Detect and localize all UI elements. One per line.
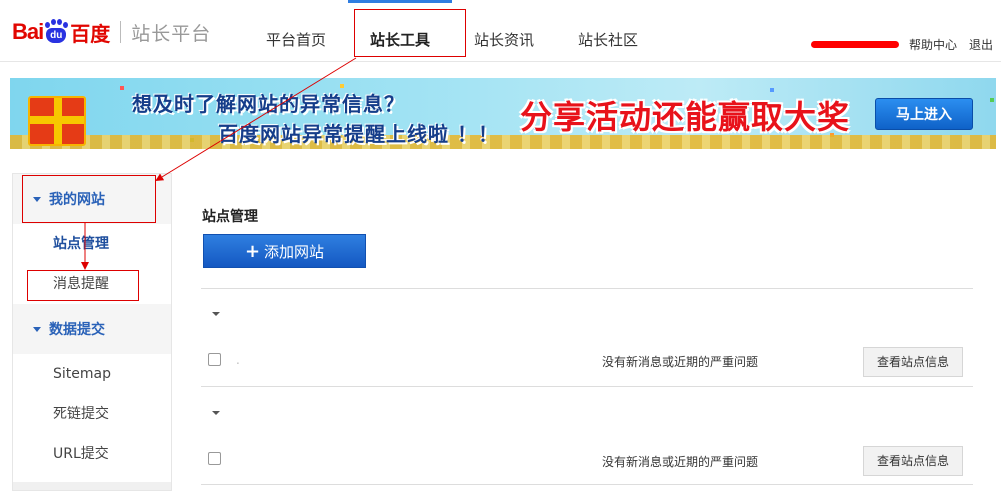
gift-box-icon (28, 96, 86, 146)
view-site-info-button[interactable]: 查看站点信息 (863, 446, 963, 476)
sidebar-next-group (13, 482, 171, 490)
banner-line1: 想及时了解网站的异常信息？ (132, 92, 405, 116)
platform-name: 站长平台 (131, 22, 212, 45)
annotation-box-my-sites (22, 175, 156, 223)
logout-link[interactable]: 退出 (969, 36, 993, 53)
nav-news[interactable]: 站长资讯 (452, 0, 556, 62)
enter-now-button[interactable]: 马上进入 (875, 98, 973, 130)
divider (201, 386, 973, 387)
sidebar-item-site-management[interactable]: 站点管理 (13, 224, 171, 264)
logo-latin-text: Bai (12, 19, 44, 44)
sidebar-group-label: 数据提交 (49, 322, 105, 338)
banner-line2: 百度网站异常提醒上线啦 ！！ (218, 122, 499, 146)
plus-icon: + (244, 240, 261, 262)
site-status: 没有新消息或近期的严重问题 (602, 455, 759, 469)
top-header: Bai du 百度 站长平台 平台首页 站长工具 站长资讯 站长社区 帮助中心 … (0, 0, 1001, 62)
logo-separator (120, 21, 122, 43)
main-content: 站点管理 + 添加网站 . 没有新消息或近期的严重问题 查看站点信息 没有新消息… (186, 173, 994, 491)
baidu-logo[interactable]: Bai du 百度 站长平台 (12, 14, 211, 50)
divider (201, 288, 973, 289)
annotation-box-notifications (27, 270, 139, 301)
sidebar-group-data-submission[interactable]: 数据提交 (13, 304, 171, 354)
logo-paw-text: du (46, 28, 67, 43)
site-status: 没有新消息或近期的严重问题 (602, 355, 759, 369)
user-bar: 帮助中心 退出 (810, 36, 993, 53)
site-name[interactable]: . (236, 353, 240, 367)
banner-headline: 分享活动还能赢取大奖 (520, 98, 851, 136)
page-title: 站点管理 (202, 209, 258, 225)
nav-home[interactable]: 平台首页 (244, 0, 348, 62)
sidebar-item-url-submit[interactable]: URL提交 (13, 434, 171, 474)
nav-community[interactable]: 站长社区 (556, 0, 660, 62)
sidebar-item-sitemap[interactable]: Sitemap (13, 354, 171, 394)
divider (201, 484, 973, 485)
site-checkbox[interactable] (208, 452, 221, 465)
expand-caret-icon[interactable] (212, 411, 220, 415)
view-site-info-button[interactable]: 查看站点信息 (863, 347, 963, 377)
add-site-button[interactable]: + 添加网站 (203, 234, 366, 268)
add-site-label: 添加网站 (264, 242, 325, 261)
site-checkbox[interactable] (208, 353, 221, 366)
logo-cn-text: 百度 (70, 21, 111, 46)
caret-down-icon (33, 326, 41, 332)
promo-banner[interactable]: 想及时了解网站的异常信息？ 百度网站异常提醒上线啦 ！！ 分享活动还能赢取大奖 … (10, 78, 996, 149)
sidebar-item-deadlink[interactable]: 死链提交 (13, 394, 171, 434)
annotation-box-nav (354, 9, 466, 57)
help-center-link[interactable]: 帮助中心 (909, 36, 957, 53)
redacted-username (810, 41, 899, 48)
paw-icon: du (44, 19, 69, 45)
expand-caret-icon[interactable] (212, 312, 220, 316)
